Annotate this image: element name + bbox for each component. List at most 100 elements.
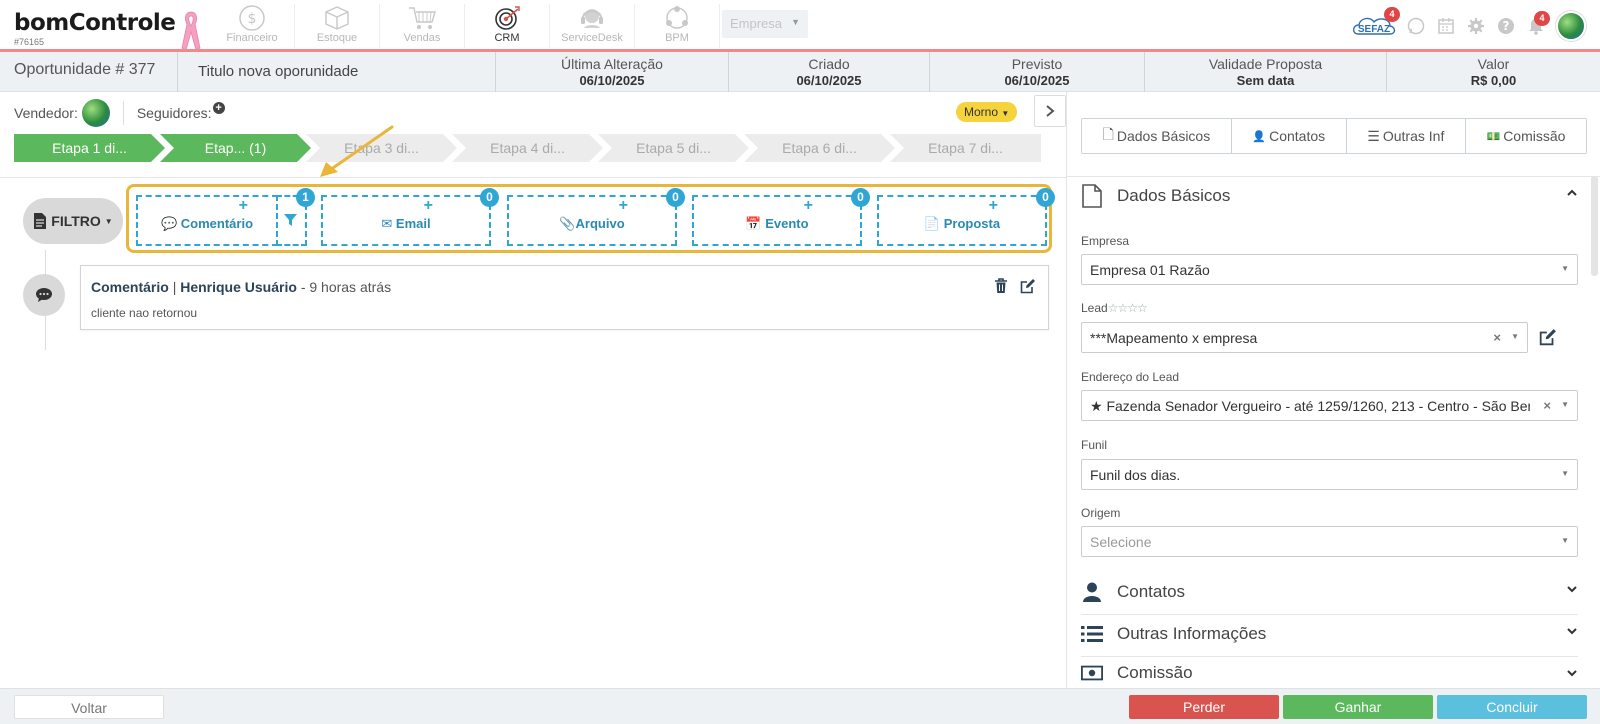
funnel-field-label: Funil: [1081, 438, 1108, 452]
divider: [1081, 614, 1578, 615]
temperature-badge[interactable]: Morno ▼: [956, 102, 1018, 122]
user-icon: [1081, 582, 1103, 602]
seller-row: Vendedor: Seguidores: +: [14, 99, 225, 127]
tab-contatos[interactable]: 👤 Contatos: [1231, 119, 1347, 153]
svg-text:$: $: [248, 11, 257, 27]
pink-ribbon-icon: [180, 10, 202, 55]
divider: [0, 177, 1066, 178]
section-outras-informacoes[interactable]: Outras Informações: [1081, 616, 1578, 652]
gear-icon[interactable]: [1466, 16, 1486, 36]
add-comment-button[interactable]: + 💬 Comentário: [136, 195, 278, 246]
company-select[interactable]: Empresa 01 Razão ▼: [1081, 254, 1578, 285]
section-comissao[interactable]: Comissão: [1081, 658, 1578, 688]
nav-servicedesk[interactable]: ServiceDesk: [550, 4, 635, 48]
section-dados-basicos[interactable]: Dados Básicos: [1081, 178, 1578, 214]
comment-icon: [23, 274, 65, 316]
nav-estoque[interactable]: Estoque: [295, 4, 380, 48]
opportunity-header: Oportunidade # 377 Titulo nova oporunida…: [0, 52, 1600, 92]
chevron-down-icon: [1566, 668, 1578, 681]
lose-button[interactable]: Perder: [1129, 695, 1279, 719]
caret-down-icon: ▼: [1561, 264, 1569, 273]
stage-4[interactable]: Etapa 4 di...: [452, 134, 603, 162]
stage-6[interactable]: Etapa 6 di...: [744, 134, 895, 162]
comment-author[interactable]: Henrique Usuário: [180, 279, 297, 295]
tab-dados-basicos[interactable]: 🗋 Dados Básicos: [1082, 119, 1232, 153]
caret-down-icon: ▼: [1001, 109, 1010, 118]
caret-down-icon: ▼: [104, 216, 113, 226]
last-change-column: Última Alteração 06/10/2025: [495, 52, 728, 92]
timeline-item: Comentário | Henrique Usuário - 9 horas …: [80, 265, 1049, 330]
money-icon: 💵: [1486, 130, 1501, 143]
divider: [1081, 656, 1578, 657]
bell-icon[interactable]: 4: [1526, 11, 1550, 36]
stage-7[interactable]: Etapa 7 di...: [890, 134, 1041, 162]
address-select[interactable]: ★ Fazenda Senador Vergueiro - até 1259/1…: [1081, 390, 1578, 421]
cart-icon: [380, 4, 464, 32]
finish-button[interactable]: Concluir: [1437, 695, 1587, 719]
funnel-select[interactable]: Funil dos dias. ▼: [1081, 459, 1578, 490]
add-event-button[interactable]: + 📅 Evento: [692, 195, 862, 246]
nav-crm[interactable]: CRM: [465, 4, 550, 48]
collapse-panel-button[interactable]: [1034, 95, 1066, 127]
edit-lead-icon[interactable]: [1539, 328, 1559, 348]
rating-stars[interactable]: ☆☆☆☆: [1108, 301, 1148, 315]
filter-icon: [284, 214, 297, 226]
edit-icon[interactable]: [1020, 278, 1036, 297]
tab-comissao[interactable]: 💵 Comissão: [1465, 119, 1587, 153]
seller-avatar[interactable]: [81, 99, 110, 127]
back-button[interactable]: Voltar: [14, 695, 164, 719]
tab-outras-inf[interactable]: ☰ Outras Inf: [1346, 119, 1466, 153]
divider: [1067, 176, 1600, 177]
scrollbar[interactable]: [1591, 176, 1598, 276]
comment-text: cliente nao retornou: [91, 306, 198, 320]
right-panel-tabs: 🗋 Dados Básicos 👤 Contatos ☰ Outras Inf 💵 Co…: [1081, 118, 1587, 154]
sefaz-label: SEFAZ: [1358, 24, 1390, 35]
timeline-item-header: Comentário | Henrique Usuário - 9 horas …: [91, 279, 392, 295]
clear-icon[interactable]: ×: [1493, 330, 1501, 345]
money-icon: [1081, 665, 1103, 681]
address-field-label: Endereço do Lead: [1081, 370, 1180, 384]
stage-1[interactable]: Etapa 1 di...: [14, 134, 165, 162]
footer-bar: Voltar Perder Ganhar Concluir: [0, 688, 1600, 724]
company-select[interactable]: Empresa ▼: [722, 10, 808, 38]
section-contatos[interactable]: Contatos: [1081, 574, 1578, 610]
win-button[interactable]: Ganhar: [1283, 695, 1433, 719]
add-email-button[interactable]: + ✉ Email: [321, 195, 491, 246]
calendar-icon[interactable]: [1436, 16, 1456, 36]
add-file-button[interactable]: + 📎Arquivo: [507, 195, 677, 246]
add-proposal-button[interactable]: + 📄 Proposta: [877, 195, 1047, 246]
file-icon: [1081, 184, 1103, 208]
caret-down-icon: ▼: [1561, 400, 1569, 409]
plus-icon: +: [988, 197, 998, 214]
validity-column[interactable]: Validade Proposta Sem data: [1144, 52, 1386, 92]
chevron-down-icon: [1566, 584, 1578, 597]
trash-icon[interactable]: [994, 278, 1008, 297]
add-follower-icon[interactable]: +: [212, 102, 225, 114]
brand-logo[interactable]: bomControle: [14, 10, 176, 36]
clear-icon[interactable]: ×: [1543, 398, 1551, 413]
whatsapp-icon[interactable]: [1406, 16, 1426, 36]
stage-5[interactable]: Etapa 5 di...: [598, 134, 749, 162]
nav-bpm[interactable]: BPM: [635, 4, 720, 48]
file-count-badge: 0: [666, 188, 685, 207]
filter-button[interactable]: FILTRO ▼: [23, 198, 123, 244]
expected-column[interactable]: Previsto 06/10/2025: [929, 52, 1144, 92]
user-avatar[interactable]: [1556, 11, 1586, 41]
plus-icon: +: [423, 197, 433, 214]
stage-2[interactable]: Etap... (1): [160, 134, 311, 162]
opportunity-title[interactable]: Titulo nova oporunidade: [177, 52, 495, 92]
paperclip-icon: 📎: [559, 216, 576, 231]
caret-down-icon: ▼: [1511, 332, 1519, 341]
email-count-badge: 0: [480, 188, 499, 207]
caret-down-icon: ▼: [791, 17, 800, 27]
value-column: Valor R$ 0,00: [1386, 52, 1600, 92]
nav-financeiro[interactable]: $ Financeiro: [210, 4, 295, 48]
lead-select[interactable]: ***Mapeamento x empresa × ▼: [1081, 322, 1528, 353]
help-icon[interactable]: ?: [1496, 16, 1516, 36]
followers-label: Seguidores:: [136, 105, 212, 121]
origin-select[interactable]: Selecione ▼: [1081, 526, 1578, 557]
panel-divider: [1066, 92, 1067, 688]
nav-vendas[interactable]: Vendas: [380, 4, 465, 48]
sefaz-button[interactable]: SEFAZ 4: [1352, 7, 1400, 40]
list-icon: ☰: [1367, 127, 1380, 144]
